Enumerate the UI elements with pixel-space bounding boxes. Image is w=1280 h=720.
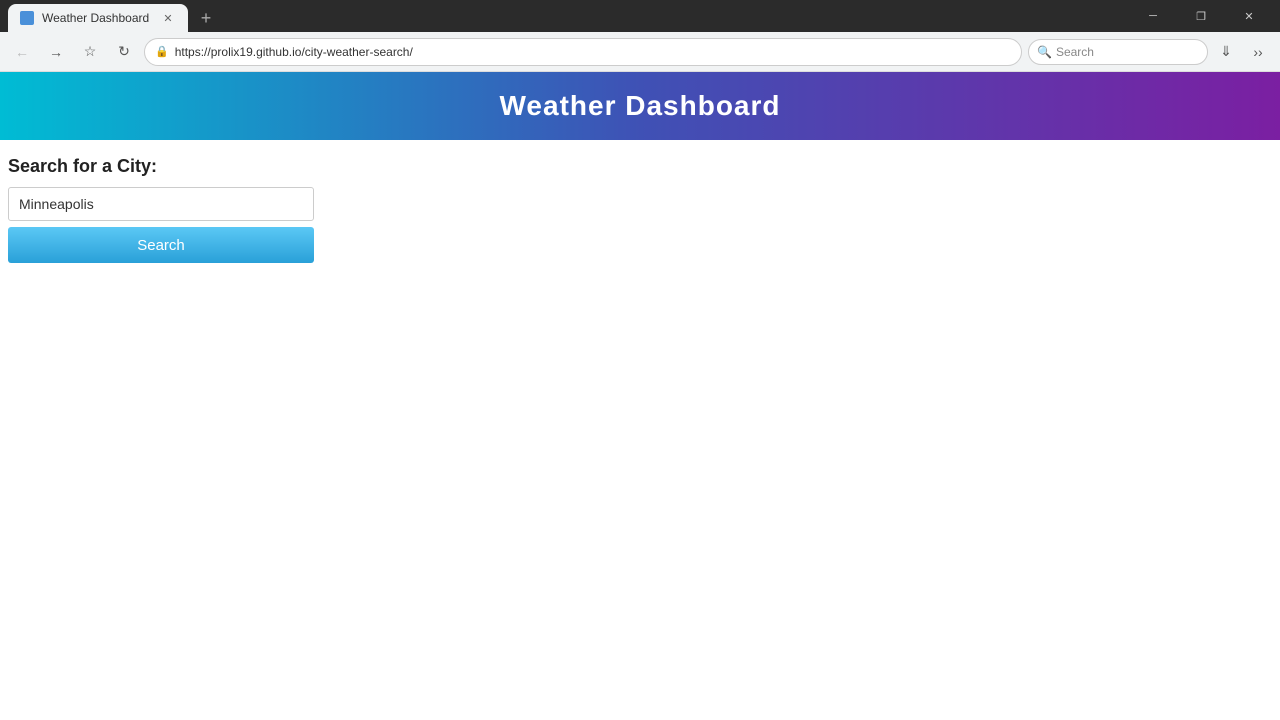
nav-right: 🔍 Search ⇓ ›› [1028, 38, 1272, 66]
app-header: Weather Dashboard [0, 72, 1280, 140]
forward-button[interactable]: → [42, 38, 70, 66]
restore-button[interactable]: ❐ [1178, 0, 1224, 32]
tab-close-button[interactable]: ✕ [160, 10, 176, 26]
close-button[interactable]: ✕ [1226, 0, 1272, 32]
title-bar: Weather Dashboard ✕ + ─ ❐ ✕ [0, 0, 1280, 32]
browser-window: Weather Dashboard ✕ + ─ ❐ ✕ ← → ☆ ↻ 🔒 ht… [0, 0, 1280, 720]
browser-search-bar[interactable]: 🔍 Search [1028, 39, 1208, 65]
tab-bar: Weather Dashboard ✕ + [8, 0, 1126, 32]
reload-button[interactable]: ↻ [110, 38, 138, 66]
app-title: Weather Dashboard [18, 90, 1262, 122]
active-tab[interactable]: Weather Dashboard ✕ [8, 4, 188, 32]
address-bar[interactable]: 🔒 https://prolix19.github.io/city-weathe… [144, 38, 1022, 66]
tab-title: Weather Dashboard [42, 11, 152, 25]
app-body: Search for a City: Search [0, 140, 1280, 279]
bookmark-icon: ☆ [84, 43, 97, 60]
search-label: Search for a City: [8, 156, 1272, 177]
address-text: https://prolix19.github.io/city-weather-… [175, 45, 1011, 59]
minimize-button[interactable]: ─ [1130, 0, 1176, 32]
reload-icon: ↻ [118, 43, 130, 60]
download-button[interactable]: ⇓ [1212, 38, 1240, 66]
more-icon: ›› [1253, 44, 1262, 60]
browser-search-text: Search [1056, 45, 1094, 59]
search-button[interactable]: Search [8, 227, 314, 263]
tab-favicon [20, 11, 34, 25]
more-button[interactable]: ›› [1244, 38, 1272, 66]
back-button[interactable]: ← [8, 38, 36, 66]
city-search-input[interactable] [8, 187, 314, 221]
page-content: Weather Dashboard Search for a City: Sea… [0, 72, 1280, 720]
nav-bar: ← → ☆ ↻ 🔒 https://prolix19.github.io/cit… [0, 32, 1280, 72]
search-icon: 🔍 [1037, 45, 1052, 59]
download-icon: ⇓ [1220, 43, 1232, 60]
bookmark-button[interactable]: ☆ [76, 38, 104, 66]
back-icon: ← [15, 44, 29, 60]
lock-icon: 🔒 [155, 45, 169, 58]
forward-icon: → [49, 44, 63, 60]
new-tab-button[interactable]: + [192, 4, 220, 32]
window-controls: ─ ❐ ✕ [1130, 0, 1272, 32]
